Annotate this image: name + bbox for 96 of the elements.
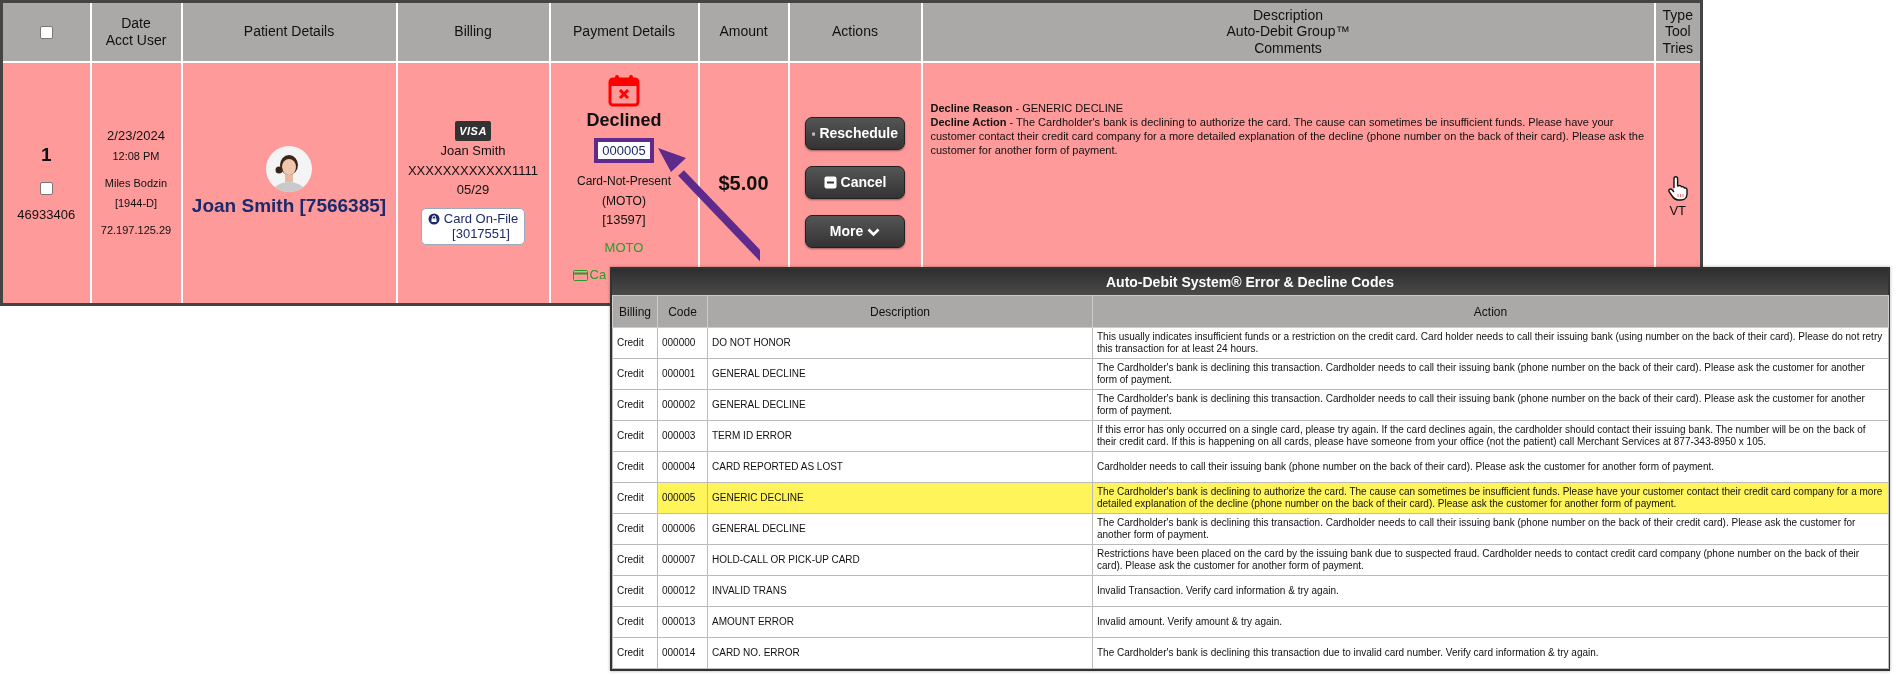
- action-cell: The Cardholder's bank is declining to authorize the card. The cause can sometimes be insufficient funds. Please have your customer contact their credit card company for a more detailed explanation of the decline (phone number on the back of their card). Please ask the customer for another form of payment.: [1092, 482, 1889, 514]
- decline-code[interactable]: 000005: [594, 137, 654, 164]
- description-cell: GENERAL DECLINE: [707, 358, 1093, 390]
- description-cell: INVALID TRANS: [707, 575, 1093, 607]
- row-number: 1: [40, 144, 52, 165]
- code-cell: 000013: [657, 606, 708, 638]
- column-header: Payment Details: [573, 23, 675, 40]
- action-cell: This usually indicates insufficient funds or a restriction on the credit card. Card holder needs to call their issuing bank (using number on the back of their card). Please do not retry this transaction for at least 24 hours.: [1092, 327, 1889, 359]
- description-cell: CARD REPORTED AS LOST: [707, 451, 1093, 483]
- column-header: Auto-Debit Group™: [1226, 23, 1350, 40]
- column-header: Description: [1253, 6, 1323, 23]
- action-cell: Cardholder needs to call their issuing bank (phone number on the back of their card). Please ask the customer for another form of payment.: [1092, 451, 1889, 483]
- column-header: Code: [657, 295, 708, 328]
- payment-type: (MOTO): [602, 193, 646, 208]
- action-cell: The Cardholder's bank is declining this transaction. Cardholder needs to call their issuing bank (phone number on the back of their credit card). Please ask the customer for another form of payment.: [1092, 513, 1889, 545]
- chevron-down-icon: [867, 226, 881, 237]
- action-cell: Invalid Transaction. Verify card information & try again.: [1092, 575, 1889, 607]
- code-cell: 000001: [657, 358, 708, 390]
- column-header: Tries: [1662, 40, 1694, 57]
- billing-cell: Credit: [612, 606, 658, 638]
- code-cell: 000014: [657, 637, 708, 669]
- description-cell: CARD NO. ERROR: [707, 637, 1093, 669]
- column-header: Patient Details: [243, 23, 335, 40]
- calendar-x-icon: [607, 72, 641, 107]
- time-text: 12:08 PM: [112, 149, 160, 162]
- code-cell: 000000: [657, 327, 708, 359]
- amount-text: $5.00: [718, 171, 769, 194]
- action-cell: Invalid amount. Verify amount & try again.: [1092, 606, 1889, 638]
- column-header: Billing: [612, 295, 658, 328]
- row-checkbox[interactable]: [39, 181, 53, 195]
- code-cell: 000002: [657, 389, 708, 421]
- status-text: Declined: [586, 109, 662, 130]
- ip-address: 72.197.125.29: [100, 224, 172, 236]
- decline-action-text: Decline Action - The Cardholder's bank is declining to authorize the card. The cause can sometimes be insufficient funds. Please have your customer contact their credit card company for a more detailed explanation of the decline (phone number on the back of their card). Please ask the customer for another form of payment.: [930, 114, 1646, 158]
- column-header: Type: [1662, 6, 1693, 23]
- description-cell: GENERAL DECLINE: [707, 389, 1093, 421]
- code-cell: 000007: [657, 544, 708, 576]
- billing-cell: Credit: [612, 544, 658, 576]
- column-header: Tool: [1664, 23, 1691, 40]
- user-code: [1944-D]: [114, 196, 158, 209]
- description-cell: GENERAL DECLINE: [707, 513, 1093, 545]
- code-cell: 000003: [657, 420, 708, 452]
- card-expiry: 05/29: [456, 182, 490, 198]
- transaction-id: 46933406: [17, 207, 76, 222]
- column-header: Comments: [1254, 40, 1322, 57]
- column-header: Date: [121, 14, 151, 31]
- card-on-file-button[interactable]: Card On-File [3017551]: [420, 207, 526, 245]
- action-cell: The Cardholder's bank is declining this transaction. Cardholder needs to call their issuing bank (phone number on the back of their card). Please ask the customer for another form of payment.: [1092, 389, 1889, 421]
- date-text: 2/23/2024: [107, 128, 165, 143]
- decline-reason-text: Decline Reason - GENERIC DECLINE: [930, 100, 1125, 115]
- reschedule-button[interactable]: Reschedule: [805, 117, 905, 151]
- tool-text: VT: [1669, 203, 1687, 218]
- code-cell: 000006: [657, 513, 708, 545]
- action-cell: The Cardholder's bank is declining this transaction. Cardholder needs to call their issuing bank (phone number on the back of their card). Please ask the customer for another form of payment.: [1092, 358, 1889, 390]
- user-name: Miles Bodzin: [104, 177, 168, 189]
- panel-title: Auto-Debit System® Error & Decline Codes: [612, 269, 1888, 295]
- pointer-hand-icon: [1666, 175, 1689, 201]
- description-cell: AMOUNT ERROR: [707, 606, 1093, 638]
- lock-icon: [427, 212, 440, 225]
- column-header: Billing: [454, 23, 492, 40]
- column-header: Amount: [719, 23, 768, 40]
- column-header: Acct User: [105, 31, 167, 48]
- action-cell: Restrictions have been placed on the card by the issuing bank due to suspected fraud. Cardholder needs to contact credit card company (phone number on the back of their card). Please ask the customer for another form of payment.: [1092, 544, 1889, 576]
- select-all-checkbox[interactable]: [39, 26, 53, 40]
- billing-cell: Credit: [612, 575, 658, 607]
- description-cell: HOLD-CALL OR PICK-UP CARD: [707, 544, 1093, 576]
- action-cell: The Cardholder's bank is declining this transaction due to invalid card number. Verify card information & try again.: [1092, 637, 1889, 669]
- description-cell: TERM ID ERROR: [707, 420, 1093, 452]
- billing-cell: Credit: [612, 513, 658, 545]
- payment-type: Card-Not-Present: [577, 174, 671, 189]
- billing-cell: Credit: [612, 451, 658, 483]
- billing-cell: Credit: [612, 389, 658, 421]
- billing-cell: Credit: [612, 358, 658, 390]
- billing-cell: Credit: [612, 637, 658, 669]
- column-header: Action: [1092, 295, 1889, 328]
- description-cell: DO NOT HONOR: [707, 327, 1093, 359]
- patient-link[interactable]: Joan Smith [7566385]: [191, 194, 387, 216]
- action-cell: If this error has only occurred on a single card, please try again. If the card declines again, the cardholder should contact their issuing bank. The number will be on the back of their credit card. If this is happening on all cards, please have someone from your office (not the patient) call Merchant Services at 877-343-8950 x 105.: [1092, 420, 1889, 452]
- credit-card-icon: [572, 270, 588, 282]
- channel-text: MOTO: [604, 239, 644, 255]
- code-cell: 000012: [657, 575, 708, 607]
- more-button[interactable]: More: [805, 215, 905, 249]
- card-brand-logo: VISA: [455, 120, 491, 142]
- column-header: Description: [707, 295, 1093, 328]
- card-number: XXXXXXXXXXXX1111: [407, 162, 539, 178]
- billing-cell: Credit: [612, 482, 658, 514]
- cardholder-name: Joan Smith: [440, 143, 506, 159]
- code-cell: 000004: [657, 451, 708, 483]
- minus-square-icon: [823, 176, 837, 190]
- code-cell: 000005: [657, 482, 708, 514]
- column-header: Actions: [832, 23, 878, 40]
- payment-reference: [13597]: [602, 212, 646, 228]
- billing-cell: Credit: [612, 327, 658, 359]
- description-cell: GENERIC DECLINE: [707, 482, 1093, 514]
- cancel-button[interactable]: Cancel: [805, 166, 905, 200]
- billing-cell: Credit: [612, 420, 658, 452]
